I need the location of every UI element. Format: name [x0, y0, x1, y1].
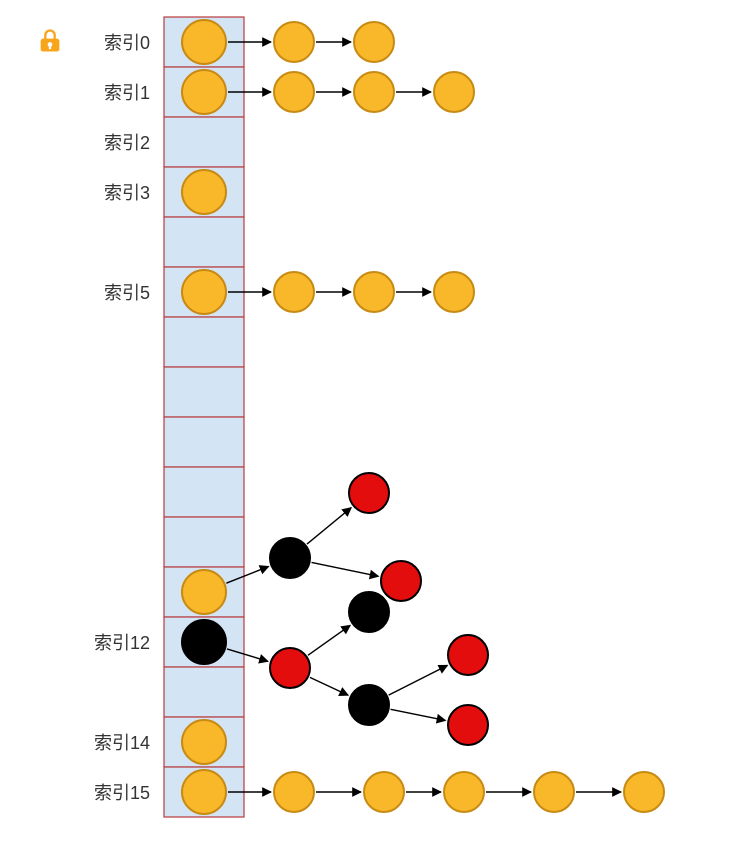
lock-icon — [36, 27, 64, 55]
hash-bucket-2 — [164, 117, 244, 167]
node-orange — [182, 720, 226, 764]
node-black — [349, 685, 389, 725]
node-orange — [182, 770, 226, 814]
node-orange — [434, 72, 474, 112]
edge — [391, 709, 446, 720]
hash-bucket-4 — [164, 217, 244, 267]
node-orange — [354, 272, 394, 312]
node-orange — [444, 772, 484, 812]
hash-bucket-6 — [164, 317, 244, 367]
hash-bucket-13 — [164, 667, 244, 717]
node-orange — [274, 772, 314, 812]
index-label: 索引1 — [104, 79, 150, 105]
hash-bucket-8 — [164, 417, 244, 467]
node-orange — [534, 772, 574, 812]
edge — [389, 665, 448, 695]
node-orange — [182, 70, 226, 114]
node-orange — [364, 772, 404, 812]
node-orange — [274, 22, 314, 62]
node-orange — [182, 20, 226, 64]
index-label: 索引0 — [104, 29, 150, 55]
node-orange — [624, 772, 664, 812]
node-red — [448, 635, 488, 675]
diagram-stage: 索引0 索引1 索引2 索引3 索引5 索引12 索引14 索引15 — [0, 0, 732, 844]
node-orange — [354, 22, 394, 62]
node-orange — [274, 72, 314, 112]
hash-bucket-7 — [164, 367, 244, 417]
index-label: 索引12 — [94, 629, 150, 655]
node-red — [270, 648, 310, 688]
index-label: 索引14 — [94, 729, 150, 755]
node-red — [349, 473, 389, 513]
index-label: 索引5 — [104, 279, 150, 305]
index-label: 索引3 — [104, 179, 150, 205]
edge — [308, 625, 350, 655]
node-orange — [274, 272, 314, 312]
diagram-svg — [0, 0, 732, 844]
node-orange — [354, 72, 394, 112]
edge — [307, 508, 351, 544]
node-orange — [434, 272, 474, 312]
node-black — [270, 538, 310, 578]
hash-bucket-9 — [164, 467, 244, 517]
node-black — [349, 592, 389, 632]
node-orange — [182, 170, 226, 214]
node-red — [448, 705, 488, 745]
index-label: 索引2 — [104, 129, 150, 155]
node-orange — [182, 570, 226, 614]
index-label: 索引15 — [94, 779, 150, 805]
node-orange — [182, 270, 226, 314]
hash-bucket-10 — [164, 517, 244, 567]
edge — [312, 562, 379, 576]
node-red — [381, 561, 421, 601]
edge — [310, 677, 348, 695]
node-black — [182, 620, 226, 664]
